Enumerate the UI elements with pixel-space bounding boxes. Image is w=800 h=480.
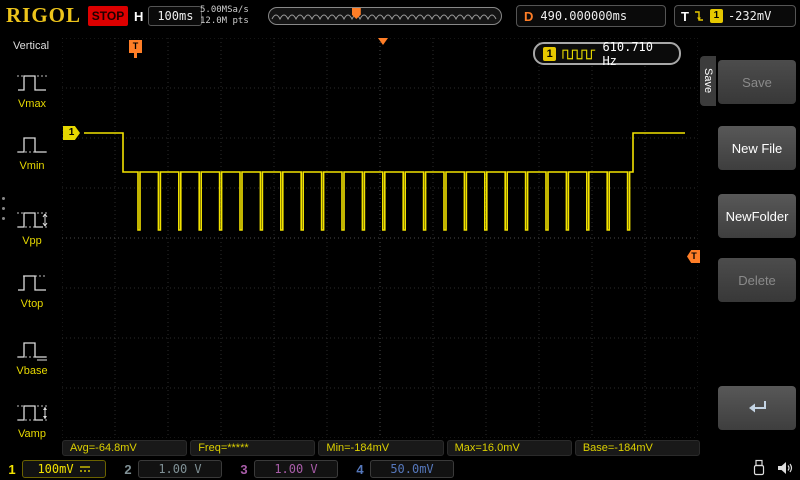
sidebar-item-label: Vamp (18, 428, 46, 440)
sample-rate-readout: 5.00MSa/s 12.0M pts (200, 5, 249, 27)
measure-freq: Freq=***** (190, 440, 315, 456)
new-folder-button[interactable]: NewFolder (718, 194, 796, 238)
freq-counter-channel: 1 (543, 47, 556, 61)
save-button[interactable]: Save (718, 60, 796, 104)
menu-page-indicator (2, 197, 5, 220)
channel-1-number: 1 (6, 462, 18, 477)
frequency-counter: 1 610.710 Hz (533, 42, 681, 65)
measure-base: Base=-184mV (575, 440, 700, 456)
vmax-icon (15, 69, 49, 97)
sidebar-item-label: Vmax (18, 98, 46, 110)
channel-2-number: 2 (122, 462, 134, 477)
measure-min: Min=-184mV (318, 440, 443, 456)
sidebar-item-label: Vbase (16, 365, 47, 377)
trigger-slope-icon (694, 10, 705, 23)
run-state-badge: STOP (88, 6, 128, 26)
delete-button[interactable]: Delete (718, 258, 796, 302)
usb-icon (751, 459, 767, 477)
trigger-position-flag[interactable]: T (129, 40, 142, 53)
softkey-menu: Save Save New File NewFolder Delete (700, 32, 800, 480)
ch1-waveform-trace (84, 133, 685, 230)
sample-rate-value: 5.00MSa/s (200, 5, 249, 16)
sidebar-item-vpp[interactable]: Vpp (9, 206, 55, 252)
trigger-source-channel: 1 (710, 9, 723, 23)
measure-max: Max=16.0mV (447, 440, 572, 456)
sidebar-item-vmin[interactable]: Vmin (9, 131, 55, 177)
measure-avg: Avg=-64.8mV (62, 440, 187, 456)
channel-4-status[interactable]: 4 50.0mV (354, 460, 454, 478)
menu-tab-save: Save (700, 56, 716, 106)
delay-label: D (524, 9, 533, 24)
channel-1-status[interactable]: 1 100mV (6, 460, 106, 478)
vtop-icon (15, 269, 49, 297)
sidebar-item-label: Vmin (19, 160, 44, 172)
sidebar-item-vtop[interactable]: Vtop (9, 269, 55, 315)
enter-arrow-icon (744, 398, 770, 418)
sidebar-item-label: Vpp (22, 235, 42, 247)
trigger-position-icon (378, 38, 388, 45)
dc-coupling-icon (79, 464, 91, 474)
vamp-icon (15, 399, 49, 427)
oscilloscope-screen: RIGOL STOP H 100ms 5.00MSa/s 12.0M pts D… (0, 0, 800, 480)
pulse-train-icon (562, 48, 596, 60)
horizontal-readout: H 100ms (134, 6, 202, 26)
memory-depth-value: 12.0M pts (200, 16, 249, 27)
trigger-level-value: -232mV (728, 9, 771, 23)
channel-3-status[interactable]: 3 1.00 V (238, 460, 338, 478)
waveform-display: T 1 610.710 Hz 1 T (62, 38, 698, 438)
channel-3-number: 3 (238, 462, 250, 477)
freq-counter-value: 610.710 Hz (602, 40, 671, 68)
channel-1-scale: 100mV (37, 462, 73, 476)
channel-4-scale: 50.0mV (390, 462, 433, 476)
vbase-icon (15, 336, 49, 364)
delay-value: 490.000000ms (540, 9, 627, 23)
delay-readout: D 490.000000ms (516, 5, 666, 27)
back-button[interactable] (718, 386, 796, 430)
measurement-results-bar: Avg=-64.8mV Freq=***** Min=-184mV Max=16… (62, 440, 700, 456)
new-file-button[interactable]: New File (718, 126, 796, 170)
timebase-value: 100ms (148, 6, 202, 26)
horizontal-label: H (134, 9, 143, 24)
memory-position-bar (268, 7, 502, 25)
channel-4-number: 4 (354, 462, 366, 477)
sidebar-item-vbase[interactable]: Vbase (9, 336, 55, 382)
channel-3-scale: 1.00 V (274, 462, 317, 476)
top-status-bar: RIGOL STOP H 100ms 5.00MSa/s 12.0M pts D… (0, 0, 800, 32)
channel-2-scale: 1.00 V (158, 462, 201, 476)
channel-2-status[interactable]: 2 1.00 V (122, 460, 222, 478)
channel-status-bar: 1 100mV 2 1.00 V 3 1.00 V 4 50.0mV (0, 458, 800, 480)
sidebar-item-label: Vtop (21, 298, 44, 310)
vpp-icon (15, 206, 49, 234)
memory-waveform-icon (269, 8, 501, 24)
vertical-measure-sidebar: Vertical Vmax Vmin Vpp (0, 32, 62, 480)
vmin-icon (15, 131, 49, 159)
sidebar-item-vamp[interactable]: Vamp (9, 399, 55, 445)
rigol-logo: RIGOL (6, 3, 81, 28)
sidebar-title: Vertical (0, 40, 62, 52)
trigger-readout: T 1 -232mV (674, 5, 796, 27)
graticule-grid (62, 38, 698, 438)
beeper-icon (776, 459, 794, 477)
trigger-label: T (681, 9, 689, 24)
sidebar-item-vmax[interactable]: Vmax (9, 69, 55, 115)
